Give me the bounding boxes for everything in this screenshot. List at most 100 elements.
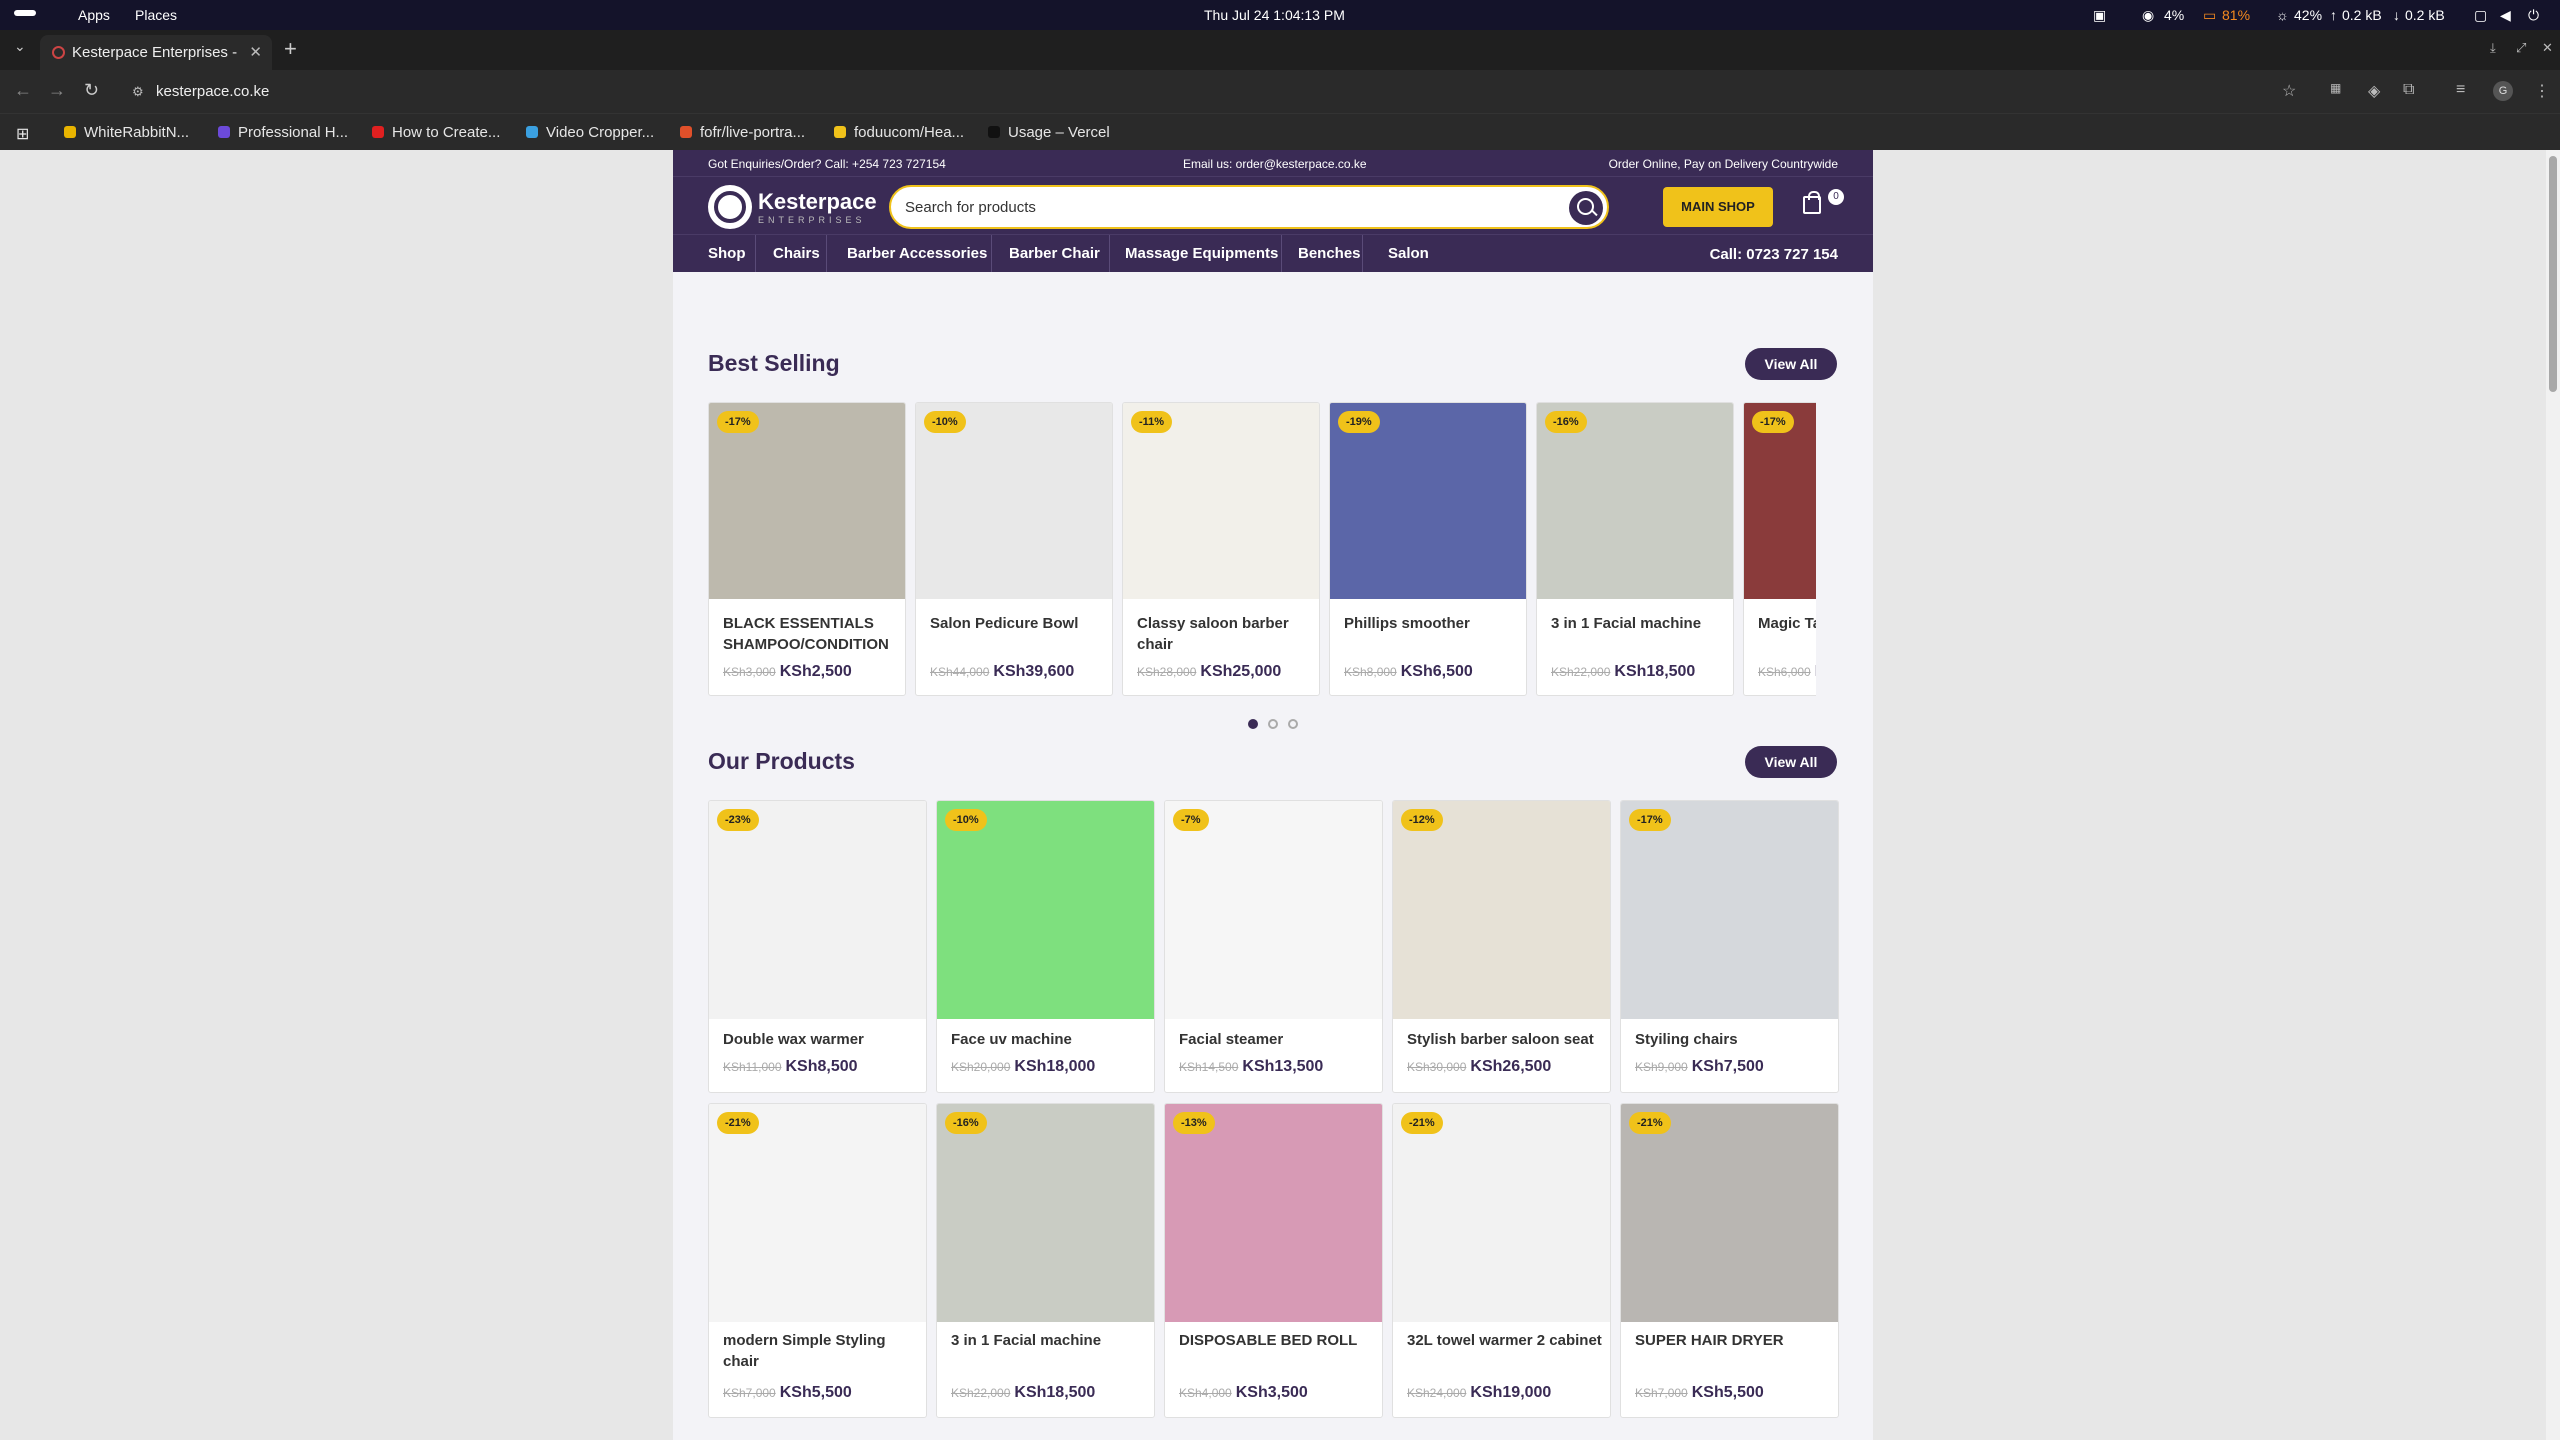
product-search-input[interactable]: Search for products	[889, 185, 1609, 229]
product-card[interactable]: -21% 32L towel warmer 2 cabinet KSh24,000 K…	[1392, 1103, 1611, 1418]
profile-avatar[interactable]: G	[2493, 81, 2513, 101]
product-image[interactable]	[1165, 801, 1382, 1019]
product-card[interactable]: -23% Double wax warmer KSh11,000 KSh8,500	[708, 800, 927, 1093]
product-name[interactable]: Styiling chairs	[1635, 1029, 1834, 1050]
reload-icon[interactable]: ↻	[84, 80, 99, 101]
media-icon[interactable]: ≡	[2456, 81, 2465, 99]
bookmark-star-icon[interactable]: ☆	[2282, 81, 2296, 101]
product-name[interactable]: 32L towel warmer 2 cabinet	[1407, 1330, 1606, 1351]
site-logo[interactable]: Kesterpace ENTERPRISES	[708, 185, 877, 229]
clipboard-icon[interactable]: ▣	[2093, 7, 2106, 24]
bookmark-item[interactable]: Professional H...	[218, 124, 348, 141]
menu-massage-equipments[interactable]: Massage Equipments	[1125, 245, 1278, 262]
menu-barber-accessories[interactable]: Barber Accessories	[847, 245, 987, 262]
bookmark-item[interactable]: WhiteRabbitN...	[64, 124, 189, 141]
product-image[interactable]	[937, 1104, 1154, 1322]
menu-kebab-icon[interactable]: ⋮	[2534, 81, 2550, 101]
volume-icon[interactable]: ◀	[2500, 7, 2511, 24]
product-name[interactable]: Double wax warmer	[723, 1029, 922, 1050]
new-tab-icon[interactable]: +	[284, 36, 297, 62]
product-name[interactable]: Phillips smoother	[1344, 613, 1522, 634]
product-card[interactable]: -17% Magic Taper KSh6,000 KS	[1743, 402, 1816, 696]
product-name[interactable]: BLACK ESSENTIALS SHAMPOO/CONDITION	[723, 613, 901, 655]
product-name[interactable]: Face uv machine	[951, 1029, 1150, 1050]
carousel-dot[interactable]	[1288, 719, 1298, 729]
window-icon[interactable]: ▢	[2474, 7, 2487, 24]
product-card[interactable]: -13% DISPOSABLE BED ROLL KSh4,000 KSh3,500	[1164, 1103, 1383, 1418]
menu-benches[interactable]: Benches	[1298, 245, 1361, 262]
page-scrollbar[interactable]	[2546, 150, 2560, 1440]
product-card[interactable]: -10% Face uv machine KSh20,000 KSh18,000	[936, 800, 1155, 1093]
tab-kesterpace[interactable]: Kesterpace Enterprises - ✕	[40, 35, 272, 70]
product-card[interactable]: -21% SUPER HAIR DRYER KSh7,000 KSh5,500	[1620, 1103, 1839, 1418]
product-name[interactable]: modern Simple Styling chair	[723, 1330, 922, 1372]
carousel-dot[interactable]	[1268, 719, 1278, 729]
close-window-icon[interactable]: ✕	[2542, 40, 2553, 56]
menu-barber-chair[interactable]: Barber Chair	[1009, 245, 1100, 262]
scrollbar-thumb[interactable]	[2549, 156, 2557, 392]
product-card[interactable]: -16% 3 in 1 Facial machine KSh22,000 KSh18,…	[1536, 402, 1734, 696]
product-image[interactable]	[937, 801, 1154, 1019]
bookmark-item[interactable]: foduucom/Hea...	[834, 124, 964, 141]
cart-icon[interactable]	[1803, 191, 1821, 214]
main-shop-button[interactable]: MAIN SHOP	[1663, 187, 1773, 227]
product-name[interactable]: 3 in 1 Facial machine	[951, 1330, 1150, 1351]
download-tab-icon[interactable]: ⤓	[2490, 40, 2496, 56]
product-name[interactable]: SUPER HAIR DRYER	[1635, 1330, 1834, 1351]
product-image[interactable]	[709, 801, 926, 1019]
product-card[interactable]: -7% Facial steamer KSh14,500 KSh13,500	[1164, 800, 1383, 1093]
our-products-view-all-button[interactable]: View All	[1745, 746, 1837, 778]
product-image[interactable]	[709, 1104, 926, 1322]
restore-window-icon[interactable]: ⤢	[2516, 40, 2526, 56]
tab-list-chevron-icon[interactable]: ⌄	[14, 38, 26, 55]
extension-icon[interactable]: ▦	[2330, 81, 2341, 95]
product-card[interactable]: -16% 3 in 1 Facial machine KSh22,000 KSh18,…	[936, 1103, 1155, 1418]
power-icon[interactable]: ⏻	[2528, 7, 2539, 24]
menu-salon[interactable]: Salon	[1388, 245, 1429, 262]
product-image[interactable]	[1393, 801, 1610, 1019]
site-info-icon[interactable]: ⚙	[132, 84, 144, 100]
activities-icon[interactable]	[14, 10, 36, 16]
menu-chairs[interactable]: Chairs	[773, 245, 820, 262]
bookmark-item[interactable]: How to Create...	[372, 124, 500, 141]
product-card[interactable]: -17% Styiling chairs KSh9,000 KSh7,500	[1620, 800, 1839, 1093]
product-name[interactable]: Salon Pedicure Bowl	[930, 613, 1108, 634]
product-name[interactable]: Magic Taper	[1758, 613, 1816, 634]
apps-menu[interactable]: Apps	[78, 7, 110, 23]
product-name[interactable]: Stylish barber saloon seat	[1407, 1029, 1606, 1050]
sale-price: KSh18,500	[1614, 663, 1696, 680]
bookmark-item[interactable]: Video Cropper...	[526, 124, 654, 141]
product-card[interactable]: -11% Classy saloon barber chair KSh28,000 K…	[1122, 402, 1320, 696]
search-icon[interactable]	[1569, 191, 1603, 225]
bookmark-item[interactable]: Usage – Vercel	[988, 124, 1110, 141]
bookmark-item[interactable]: fofr/live-portra...	[680, 124, 805, 141]
url-field[interactable]: ⚙ kesterpace.co.ke	[118, 75, 2318, 108]
product-card[interactable]: -12% Stylish barber saloon seat KSh30,000 K…	[1392, 800, 1611, 1093]
apps-grid-icon[interactable]: ⊞	[16, 124, 29, 144]
email-text[interactable]: Email us: order@kesterpace.co.ke	[1183, 157, 1367, 171]
product-image[interactable]	[1621, 1104, 1838, 1322]
carousel-dot[interactable]	[1248, 719, 1258, 729]
product-name[interactable]: Facial steamer	[1179, 1029, 1378, 1050]
product-card[interactable]: -17% BLACK ESSENTIALS SHAMPOO/CONDITION KS…	[708, 402, 906, 696]
product-name[interactable]: 3 in 1 Facial machine	[1551, 613, 1729, 634]
extensions-puzzle-icon[interactable]: ⧉	[2403, 81, 2414, 99]
product-image[interactable]	[1393, 1104, 1610, 1322]
clock[interactable]: Thu Jul 24 1:04:13 PM	[1204, 7, 1345, 23]
menu-shop[interactable]: Shop	[708, 245, 746, 262]
product-name[interactable]: DISPOSABLE BED ROLL	[1179, 1330, 1378, 1351]
product-card[interactable]: -21% modern Simple Styling chair KSh7,000 K…	[708, 1103, 927, 1418]
back-icon[interactable]: ←	[14, 80, 32, 101]
product-card[interactable]: -10% Salon Pedicure Bowl KSh44,000 KSh39,60…	[915, 402, 1113, 696]
forward-icon[interactable]: →	[48, 80, 66, 101]
product-image[interactable]	[1165, 1104, 1382, 1322]
best-selling-view-all-button[interactable]: View All	[1745, 348, 1837, 380]
net-up: 0.2 kB	[2342, 7, 2382, 23]
shield-icon[interactable]: ◈	[2368, 81, 2380, 101]
product-name[interactable]: Classy saloon barber chair	[1137, 613, 1315, 655]
call-number[interactable]: Call: 0723 727 154	[1710, 246, 1838, 263]
close-tab-icon[interactable]: ✕	[249, 43, 262, 61]
product-card[interactable]: -19% Phillips smoother KSh8,000 KSh6,500	[1329, 402, 1527, 696]
places-menu[interactable]: Places	[135, 7, 177, 23]
product-image[interactable]	[1621, 801, 1838, 1019]
